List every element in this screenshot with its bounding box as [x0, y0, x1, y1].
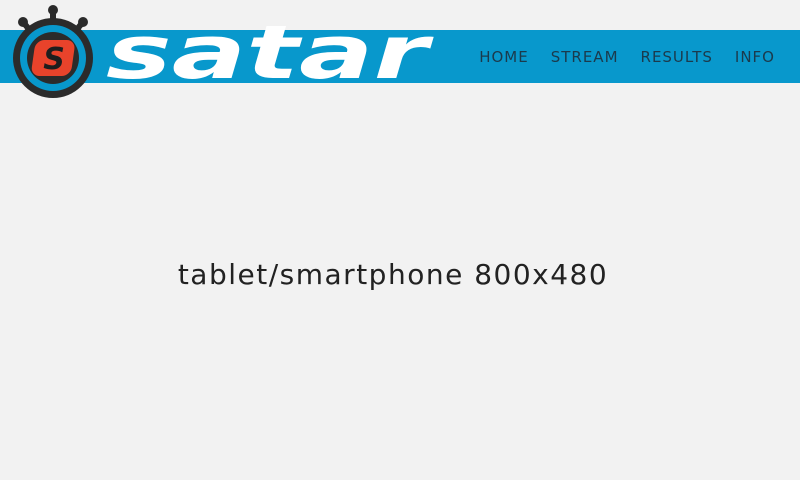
nav-home[interactable]: HOME — [479, 48, 529, 66]
screen-size-message: tablet/smartphone 800x480 — [177, 258, 609, 291]
logo-badge-letter: S — [43, 42, 65, 77]
logo-wordmark-text: satar — [106, 20, 435, 82]
satar-wordmark: satar — [106, 20, 435, 82]
nav-stream[interactable]: STREAM — [551, 48, 619, 66]
stopwatch-s-icon[interactable]: S — [8, 2, 98, 100]
nav-results[interactable]: RESULTS — [641, 48, 713, 66]
main-nav: HOME STREAM RESULTS INFO — [479, 30, 775, 83]
nav-info[interactable]: INFO — [735, 48, 775, 66]
